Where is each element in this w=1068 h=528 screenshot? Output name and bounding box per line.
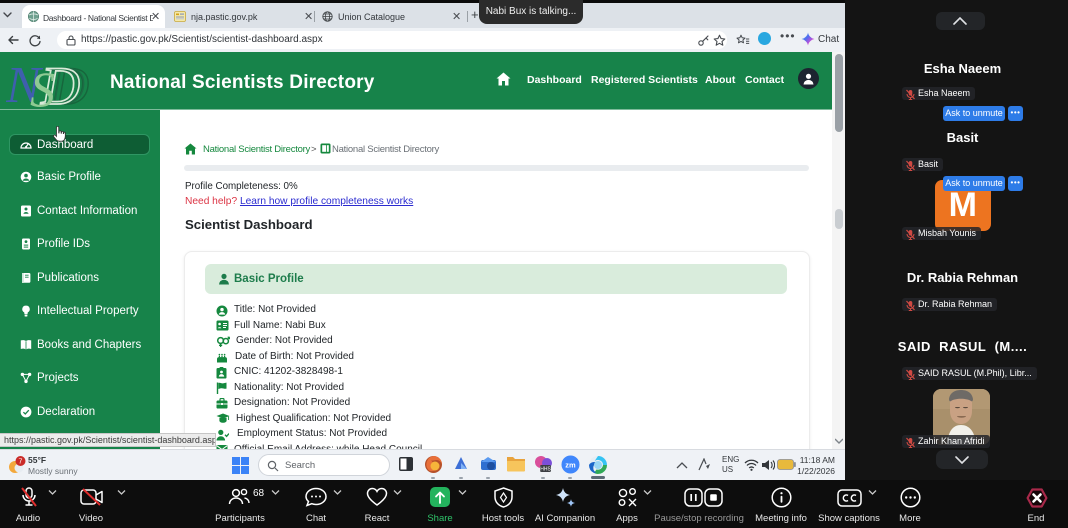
svg-text:7: 7 (19, 459, 23, 466)
svg-text:HHS: HHS (540, 467, 551, 473)
svg-text:S: S (30, 61, 55, 109)
svg-text:zm: zm (565, 461, 576, 470)
